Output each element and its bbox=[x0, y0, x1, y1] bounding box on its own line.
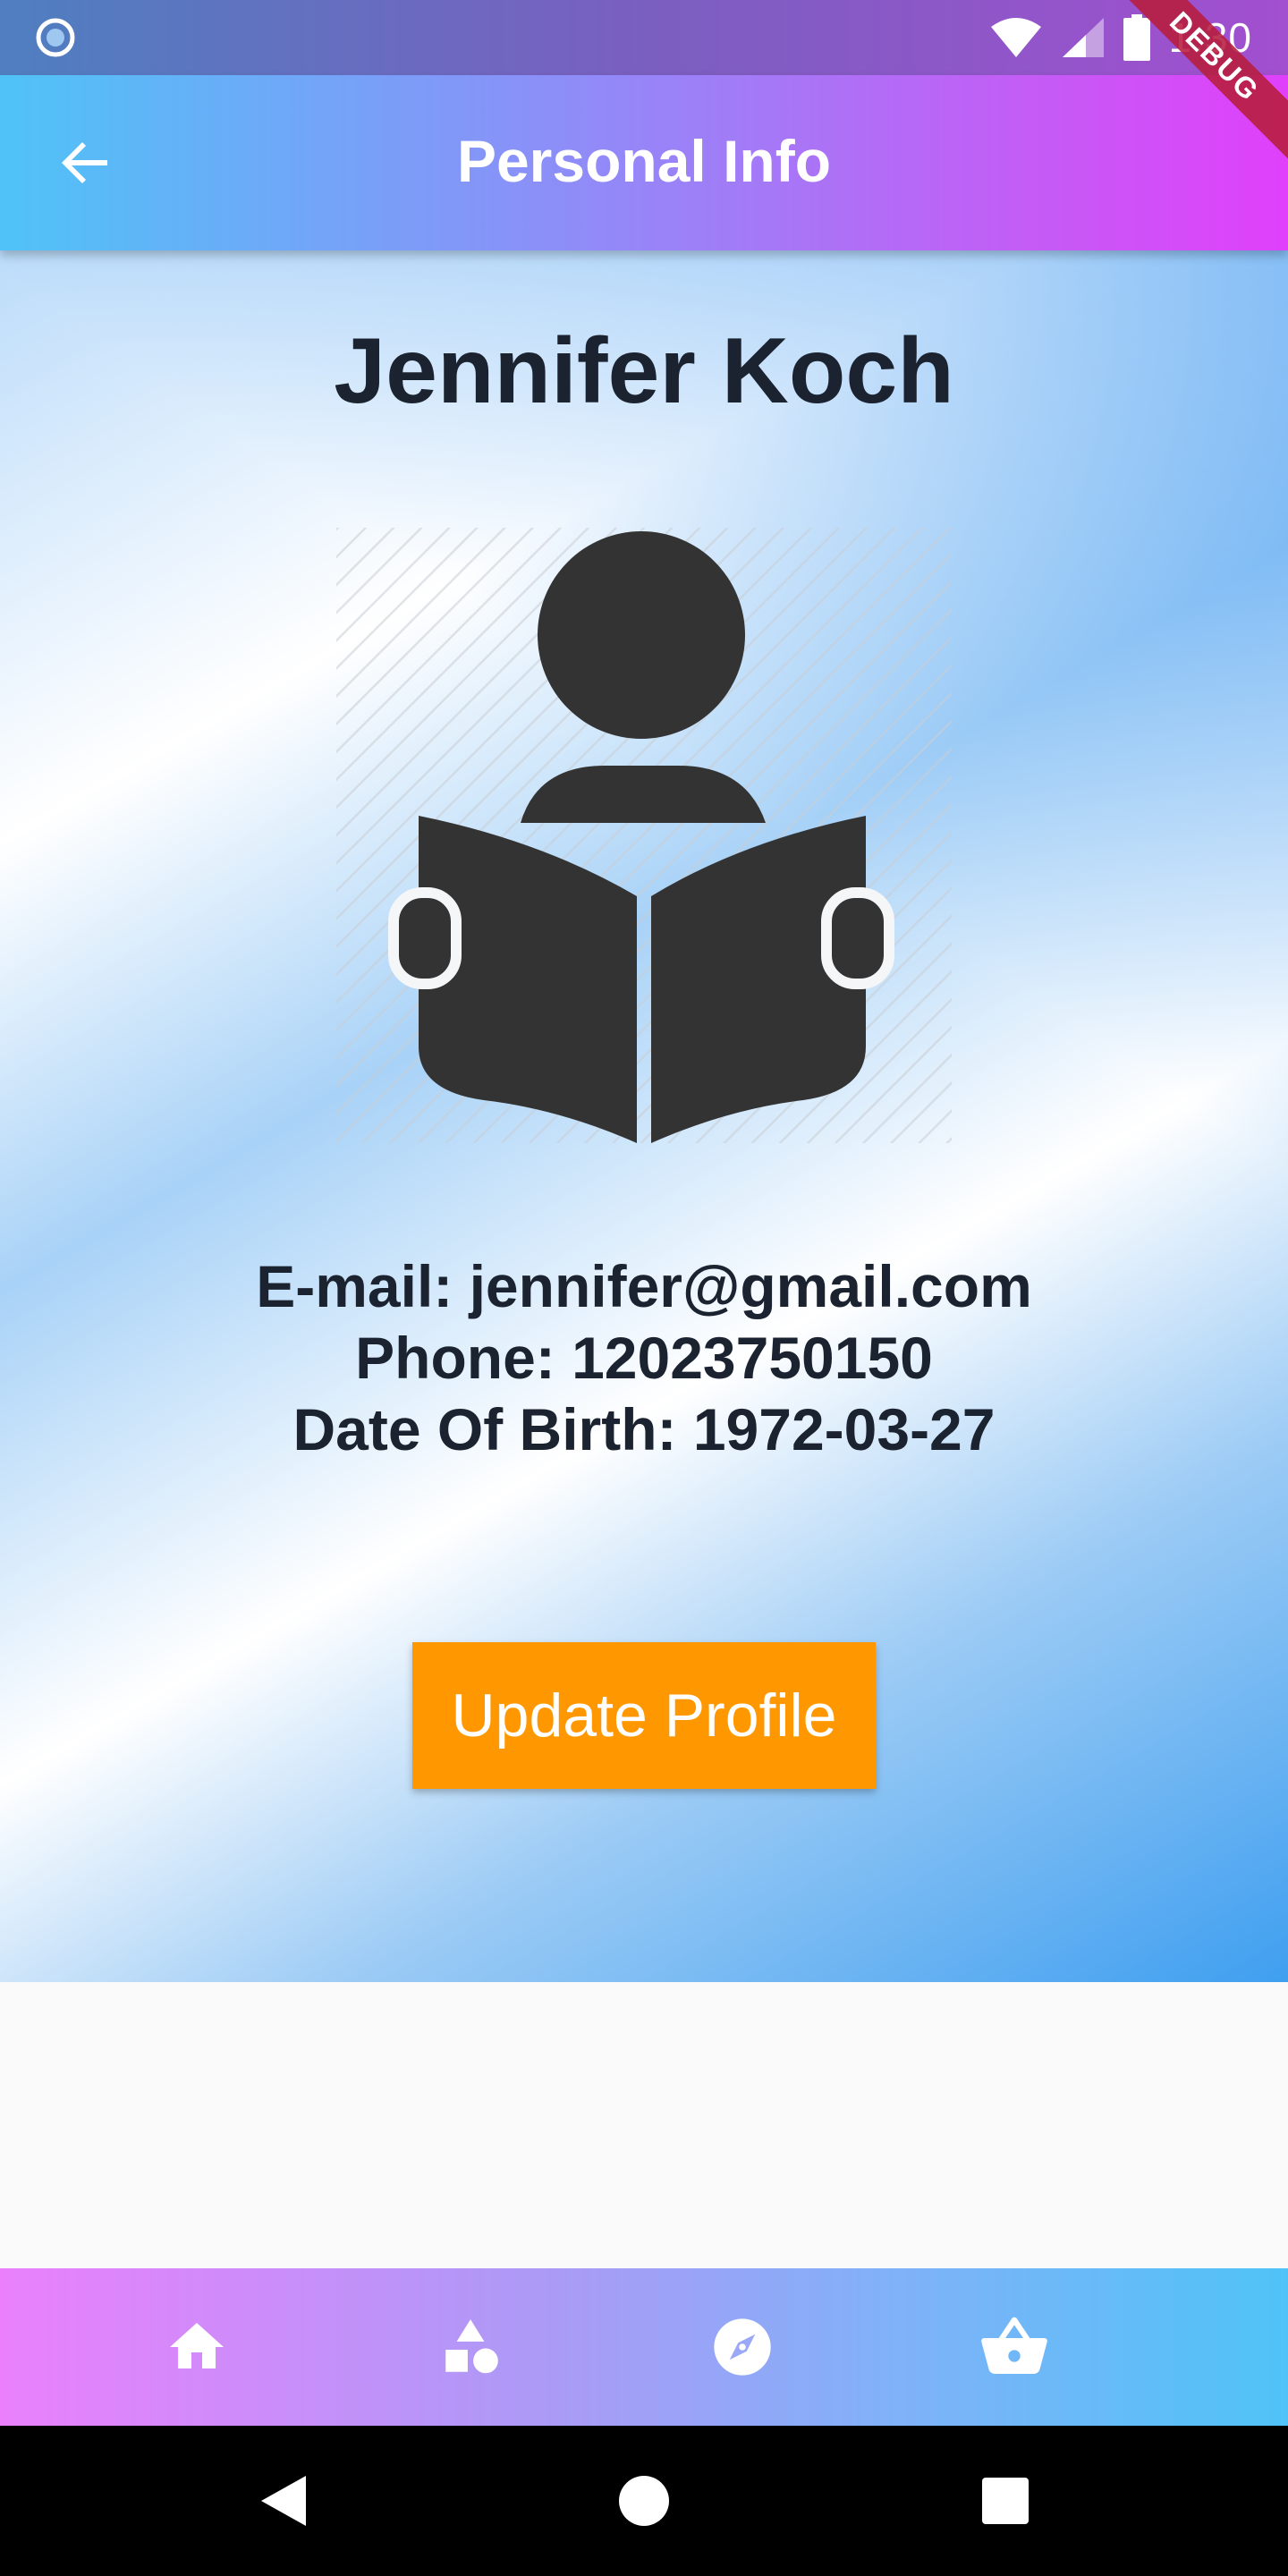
status-bar: 1:30 bbox=[0, 0, 1288, 75]
compass-icon bbox=[714, 2318, 771, 2376]
nav-basket[interactable] bbox=[975, 2308, 1054, 2386]
contact-info: E-mail: jennifer@gmail.com Phone: 120237… bbox=[0, 1250, 1288, 1465]
profile-name: Jennifer Koch bbox=[334, 319, 954, 423]
battery-icon bbox=[1123, 14, 1151, 61]
wifi-icon bbox=[991, 18, 1042, 57]
basket-icon bbox=[981, 2317, 1047, 2375]
signal-icon bbox=[1063, 18, 1105, 57]
system-navigation-bar bbox=[0, 2426, 1288, 2576]
shapes-icon bbox=[445, 2319, 498, 2374]
update-profile-button[interactable]: Update Profile bbox=[412, 1642, 876, 1789]
app-bar: Personal Info bbox=[0, 75, 1288, 250]
home-circle-icon bbox=[619, 2476, 669, 2526]
system-home-button[interactable] bbox=[606, 2463, 682, 2538]
home-icon bbox=[170, 2323, 224, 2368]
nav-explore[interactable] bbox=[703, 2308, 782, 2386]
nav-home[interactable] bbox=[157, 2308, 236, 2386]
dob-line: Date Of Birth: 1972-03-27 bbox=[292, 1396, 996, 1462]
system-recents-button[interactable] bbox=[968, 2463, 1043, 2538]
phone-line: Phone: 12023750150 bbox=[355, 1325, 933, 1391]
status-icons: 1:30 bbox=[989, 9, 1252, 66]
status-time: 1:30 bbox=[1168, 14, 1252, 61]
nav-categories[interactable] bbox=[431, 2308, 510, 2386]
back-triangle-icon bbox=[261, 2476, 306, 2526]
reader-book-icon bbox=[336, 528, 952, 1143]
profile-panel: Jennifer Koch E-mail: jennifer@gmail.com… bbox=[0, 250, 1288, 1982]
bottom-navigation bbox=[0, 2268, 1288, 2426]
page-title: Personal Info bbox=[456, 128, 832, 194]
email-line: E-mail: jennifer@gmail.com bbox=[256, 1253, 1032, 1319]
notification-dot-icon bbox=[36, 18, 75, 57]
recents-square-icon bbox=[982, 2478, 1029, 2524]
system-back-button[interactable] bbox=[245, 2463, 320, 2538]
